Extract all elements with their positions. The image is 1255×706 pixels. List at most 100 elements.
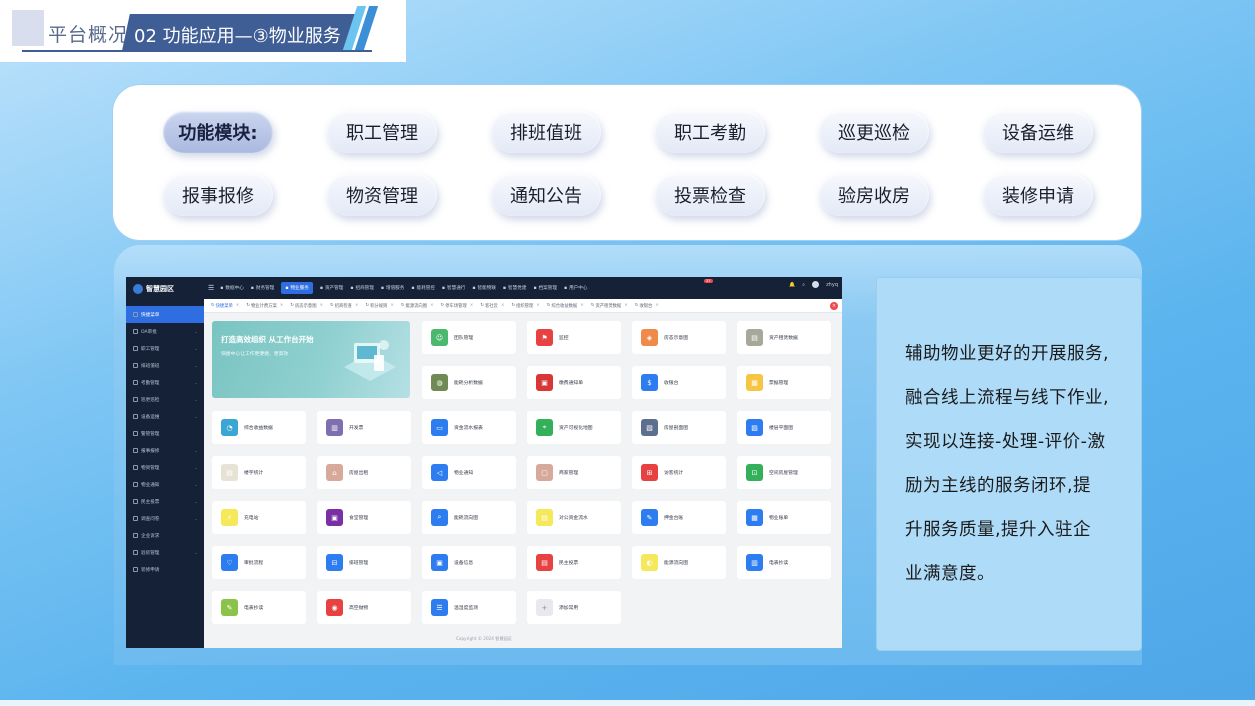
top-nav-item[interactable]: ▪ 智能物联	[472, 285, 496, 292]
close-icon[interactable]: ×	[320, 303, 324, 308]
shortcut-card[interactable]: ⊟ 排班管理	[317, 546, 411, 579]
module-pill[interactable]: 装修申请	[983, 174, 1093, 216]
shortcut-card[interactable]: ▤ 对公资金流水	[527, 501, 621, 534]
bell-icon[interactable]: 🔔	[789, 282, 795, 288]
shortcut-card[interactable]: ▥ 开发票	[317, 411, 411, 444]
close-all-icon[interactable]: ×	[830, 302, 838, 310]
shortcut-card[interactable]: ☰ 温湿度监测	[422, 591, 516, 624]
shortcut-card[interactable]: ⊡ 空间房屋管理	[737, 456, 831, 489]
shortcut-card[interactable]: $ 收银台	[632, 366, 726, 399]
shortcut-card[interactable]: ▣ 设备信息	[422, 546, 516, 579]
top-nav-item[interactable]: ▪ 智慧通行	[442, 285, 466, 292]
close-icon[interactable]: ×	[624, 303, 628, 308]
close-icon[interactable]: ×	[430, 303, 434, 308]
top-nav-item[interactable]: ▪ 数据中心	[220, 285, 244, 292]
top-nav-item[interactable]: ▪ 资产管理	[320, 285, 344, 292]
shortcut-card[interactable]: ◁ 物业通知	[422, 456, 516, 489]
page-tab[interactable]: ↻ 招商检查 ×	[330, 303, 358, 309]
close-icon[interactable]: ×	[280, 303, 284, 308]
shortcut-card[interactable]: ⚑ 监控	[527, 321, 621, 354]
shortcut-card[interactable]: ◐ 能源流向图	[632, 546, 726, 579]
shortcut-card[interactable]: ⊞ 访客统计	[632, 456, 726, 489]
shortcut-card[interactable]: ▤ 民主投票	[527, 546, 621, 579]
close-icon[interactable]: ×	[390, 303, 394, 308]
shortcut-card[interactable]: ▣ 食堂管理	[317, 501, 411, 534]
shortcut-card[interactable]: ♡ 审批流程	[212, 546, 306, 579]
page-tab[interactable]: ↻ 物业计费方案 ×	[246, 303, 283, 309]
module-pill[interactable]: 报事报修	[163, 174, 273, 216]
top-nav-item[interactable]: ▪ 智慧党建	[503, 285, 527, 292]
shortcut-card[interactable]: ⌕ 能耗流向图	[422, 501, 516, 534]
sidebar-item[interactable]: 物资管理 ⌄	[126, 459, 204, 476]
sidebar-item[interactable]: OA审批 ⌄	[126, 323, 204, 340]
page-tab[interactable]: ↻ 综合收益数据 ×	[547, 303, 584, 309]
shortcut-card[interactable]: ⚡ 充电站	[212, 501, 306, 534]
shortcut-card[interactable]: ▭ 资金流水报表	[422, 411, 516, 444]
sidebar-item[interactable]: 民主投票 ⌄	[126, 493, 204, 510]
page-tab[interactable]: ↻ 能源流向图 ×	[401, 303, 434, 309]
top-nav-item[interactable]: ▪ 档案管理	[533, 285, 557, 292]
close-icon[interactable]: ×	[470, 303, 474, 308]
shortcut-card[interactable]: ◍ 能耗分析数据	[422, 366, 516, 399]
shortcut-card[interactable]: ⌖ 资产可视化地图	[527, 411, 621, 444]
top-nav-item[interactable]: ▪ 用户中心	[564, 285, 588, 292]
page-tab[interactable]: ↻ 快捷菜单 ×	[211, 303, 239, 309]
shortcut-card[interactable]: ☺ 团队管理	[422, 321, 516, 354]
shortcut-card[interactable]: ⌂ 房屋出租	[317, 456, 411, 489]
close-icon[interactable]: ×	[655, 303, 659, 308]
search-icon[interactable]: ⌕	[802, 282, 805, 288]
sidebar-item[interactable]: 装修申请	[126, 561, 204, 578]
page-tab[interactable]: ↻ 积分规则 ×	[366, 303, 394, 309]
shortcut-card[interactable]: ▢ 商家管理	[527, 456, 621, 489]
sidebar-item[interactable]: 排班值班 ⌄	[126, 357, 204, 374]
module-pill[interactable]: 职工管理	[327, 111, 437, 153]
sidebar-item[interactable]: 巡更巡检 ⌄	[126, 391, 204, 408]
page-tab[interactable]: ↻ 客社云 ×	[480, 303, 504, 309]
page-tab[interactable]: ↻ 房态示意图 ×	[290, 303, 323, 309]
shortcut-card[interactable]: ◔ 综合收益数据	[212, 411, 306, 444]
page-tab[interactable]: ↻ 资产租赁数据 ×	[591, 303, 628, 309]
user-name[interactable]: zhyq	[826, 282, 838, 288]
top-nav-item[interactable]: ▪ 能耗管控	[411, 285, 435, 292]
module-pill[interactable]: 验房收房	[819, 174, 929, 216]
sidebar-item[interactable]: 验房管理 ⌄	[126, 544, 204, 561]
shortcut-card[interactable]: ▧ 房屋剖面图	[632, 411, 726, 444]
sidebar-item[interactable]: 警管管理	[126, 425, 204, 442]
sidebar-item[interactable]: 快捷菜单	[126, 306, 204, 323]
module-pill[interactable]: 通知公告	[491, 174, 601, 216]
sidebar-item[interactable]: 考勤管理 ⌄	[126, 374, 204, 391]
shortcut-card[interactable]: ▥ 电表抄读	[737, 546, 831, 579]
module-pill[interactable]: 设备运维	[983, 111, 1093, 153]
avatar[interactable]	[812, 281, 820, 288]
module-pill[interactable]: 物资管理	[327, 174, 437, 216]
close-icon[interactable]: ×	[536, 303, 540, 308]
shortcut-card[interactable]: ◉ 高空抛物	[317, 591, 411, 624]
menu-toggle-icon[interactable]: ☰	[208, 284, 214, 292]
module-pill[interactable]: 排班值班	[491, 111, 601, 153]
page-tab[interactable]: ↻ 停车场管理 ×	[441, 303, 474, 309]
close-icon[interactable]: ×	[236, 303, 240, 308]
close-icon[interactable]: ×	[501, 303, 505, 308]
sidebar-item[interactable]: 调查问卷 ⌄	[126, 510, 204, 527]
page-tab[interactable]: ↻ 收银台 ×	[635, 303, 659, 309]
sidebar-item[interactable]: 物业通知 ⌄	[126, 476, 204, 493]
page-tab[interactable]: ↻ 组织管理 ×	[511, 303, 539, 309]
top-nav-item[interactable]: ▪ 招商管理	[350, 285, 374, 292]
shortcut-card[interactable]: + 添加常用	[527, 591, 621, 624]
shortcut-card[interactable]: ✎ 电表抄读	[212, 591, 306, 624]
shortcut-card[interactable]: ▤ 资产租赁数据	[737, 321, 831, 354]
top-nav-item[interactable]: ▪ 增值服务	[381, 285, 405, 292]
sidebar-item[interactable]: 企业诉求	[126, 527, 204, 544]
shortcut-card[interactable]: ▦ 物业账单	[737, 501, 831, 534]
sidebar-item[interactable]: 职工管理 ⌄	[126, 340, 204, 357]
shortcut-card[interactable]: ◈ 房态示意图	[632, 321, 726, 354]
shortcut-card[interactable]: ▣ 缴费通知单	[527, 366, 621, 399]
module-pill[interactable]: 职工考勤	[655, 111, 765, 153]
shortcut-card[interactable]: ▦ 票据管理	[737, 366, 831, 399]
module-pill[interactable]: 巡更巡检	[819, 111, 929, 153]
top-nav-item[interactable]: ▪ 财务管理	[251, 285, 275, 292]
shortcut-card[interactable]: ▤ 楼宇统计	[212, 456, 306, 489]
sidebar-item[interactable]: 设备运维 ⌄	[126, 408, 204, 425]
module-pill[interactable]: 投票检查	[655, 174, 765, 216]
shortcut-card[interactable]: ✎ 押金台账	[632, 501, 726, 534]
